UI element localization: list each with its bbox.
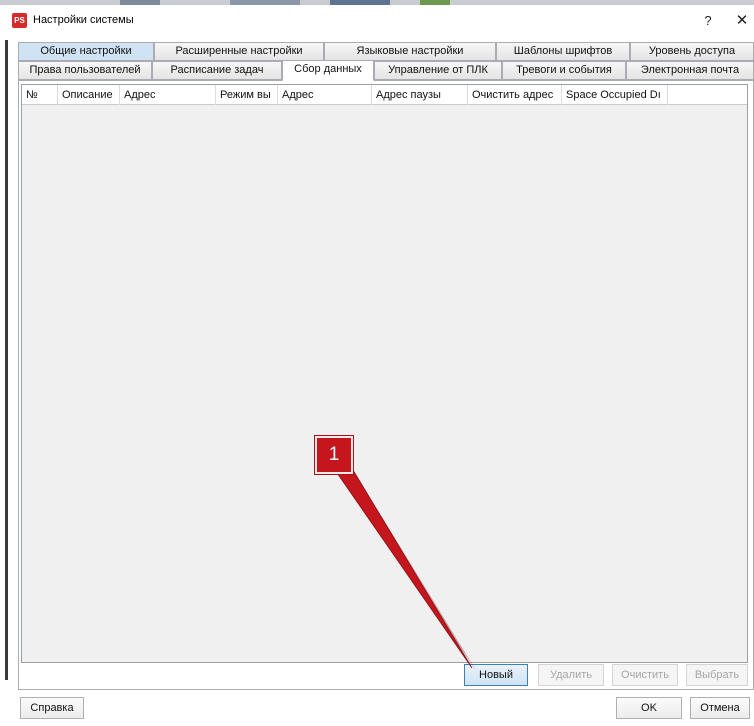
column-header-address-2[interactable]: Адрес <box>278 85 372 105</box>
tab-email[interactable]: Электронная почта <box>626 61 754 80</box>
tab-advanced-settings[interactable]: Расширенные настройки <box>154 42 324 61</box>
new-button[interactable]: Новый <box>464 664 528 686</box>
column-header-space-occupied[interactable]: Space Occupied Dı <box>562 85 668 105</box>
table-action-bar: Новый Удалить Очистить Выбрать <box>21 664 748 688</box>
background-window-edge <box>5 40 8 680</box>
cancel-button[interactable]: Отмена <box>690 697 750 719</box>
column-header-description[interactable]: Описание <box>58 85 120 105</box>
column-header-address[interactable]: Адрес <box>120 85 216 105</box>
help-button[interactable]: Справка <box>20 697 84 719</box>
data-collection-table[interactable]: № Описание Адрес Режим вы Адрес Адрес па… <box>21 84 748 663</box>
column-header-pause-address[interactable]: Адрес паузы <box>372 85 468 105</box>
dialog-title: Настройки системы <box>33 14 134 26</box>
tab-font-templates[interactable]: Шаблоны шрифтов <box>496 42 630 61</box>
tab-task-schedule[interactable]: Расписание задач <box>152 61 282 80</box>
tab-general-settings[interactable]: Общие настройки <box>18 42 154 61</box>
dialog-titlebar[interactable]: PS Настройки системы ? ✕ <box>8 5 754 35</box>
table-header: № Описание Адрес Режим вы Адрес Адрес па… <box>22 85 747 105</box>
ok-button[interactable]: OK <box>616 697 682 719</box>
column-header-mode[interactable]: Режим вы <box>216 85 278 105</box>
close-icon[interactable]: ✕ <box>730 11 754 31</box>
callout-number-badge: 1 <box>315 436 353 474</box>
app-icon: PS <box>12 13 27 28</box>
tab-user-rights[interactable]: Права пользователей <box>18 61 152 80</box>
tab-row-top: Общие настройки Расширенные настройки Яз… <box>18 42 754 61</box>
tab-language-settings[interactable]: Языковые настройки <box>324 42 496 61</box>
column-header-clear-address[interactable]: Очистить адрес <box>468 85 562 105</box>
column-header-number[interactable]: № <box>22 85 58 105</box>
clear-button[interactable]: Очистить <box>612 664 678 686</box>
help-icon[interactable]: ? <box>696 11 720 31</box>
tab-plc-control[interactable]: Управление от ПЛК <box>374 61 502 80</box>
tab-row-bottom: Права пользователей Расписание задач Сбо… <box>18 60 754 81</box>
tab-alarms-events[interactable]: Тревоги и события <box>502 61 626 80</box>
select-button[interactable]: Выбрать <box>686 664 748 686</box>
delete-button[interactable]: Удалить <box>538 664 604 686</box>
tab-data-collection[interactable]: Сбор данных <box>282 60 374 81</box>
column-header-empty <box>668 85 747 105</box>
tab-access-level[interactable]: Уровень доступа <box>630 42 754 61</box>
